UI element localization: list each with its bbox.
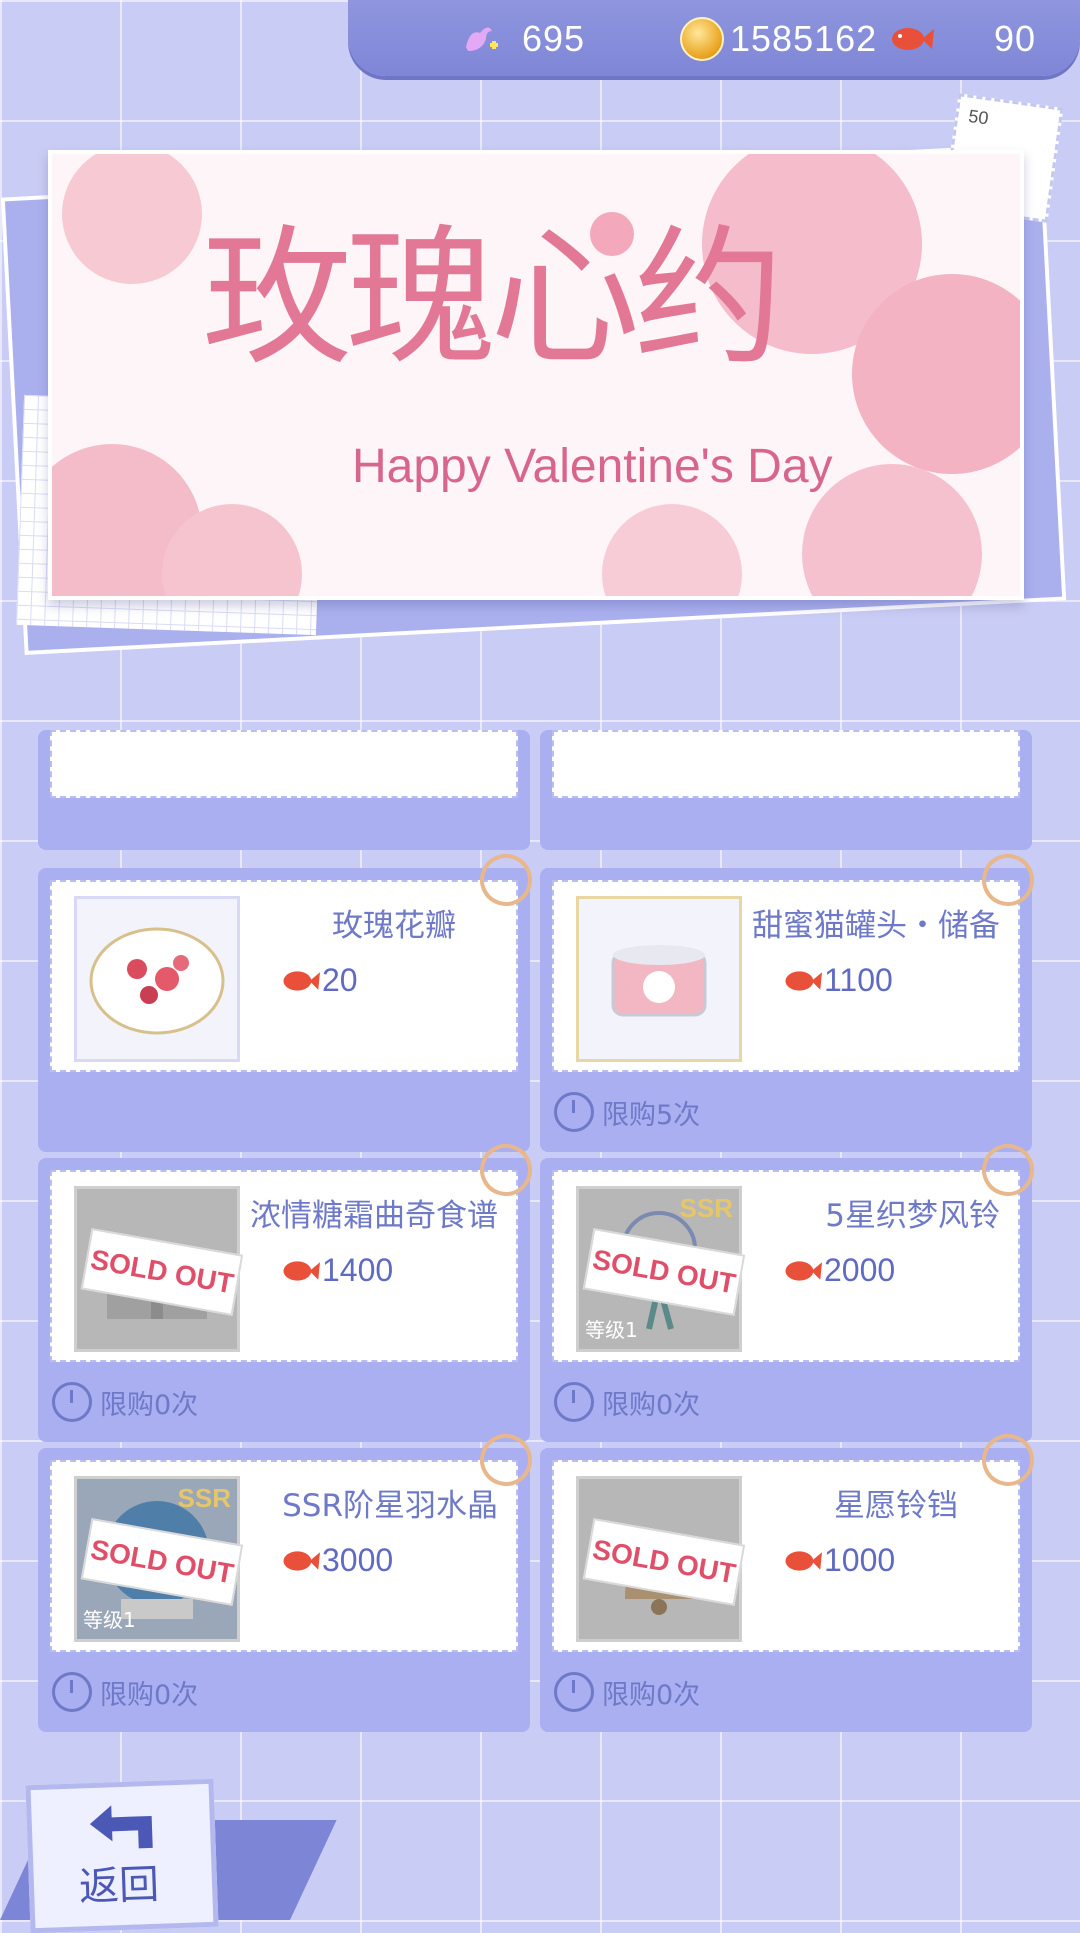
fish-currency-icon — [892, 28, 934, 50]
fish-currency-icon — [785, 1550, 822, 1571]
banner-subtitle: Happy Valentine's Day — [352, 440, 833, 493]
item-name: 浓情糖霜曲奇食谱 — [250, 1198, 498, 1234]
item-price: 1000 — [782, 1542, 895, 1579]
item-name: 甜蜜猫罐头・储备 — [752, 908, 1000, 944]
item-level: 等级1 — [585, 1318, 638, 1342]
purchase-limit: 限购0次 — [52, 1382, 198, 1422]
item-price: 3000 — [280, 1542, 393, 1579]
gold-coin-icon — [680, 17, 724, 61]
clock-icon — [554, 1382, 594, 1422]
purchase-limit: 限购0次 — [554, 1672, 700, 1712]
limit-text: 限购5次 — [602, 1099, 701, 1131]
diamond-value: 695 — [522, 18, 586, 59]
back-label: 返回 — [78, 1861, 160, 1911]
item-name: 星愿铃铛 — [834, 1488, 958, 1524]
clock-icon — [52, 1672, 92, 1712]
gold-value: 1585162 — [730, 18, 878, 59]
fish-currency-icon — [283, 1550, 320, 1571]
fish-value: 90 — [994, 18, 1037, 59]
item-image: SSR SOLD OUT 等级1 — [576, 1186, 746, 1352]
swan-gem-icon — [466, 27, 498, 51]
shop-item-wish-bell[interactable]: SOLD OUT 星愿铃铛 1000 限购0次 — [540, 1426, 1042, 1732]
item-price: 1400 — [280, 1252, 393, 1289]
price-value: 1000 — [824, 1542, 896, 1578]
shop-item-cookie-recipe[interactable]: SOLD OUT 浓情糖霜曲奇食谱 1400 限购0次 — [38, 1136, 540, 1442]
clock-icon — [554, 1672, 594, 1712]
ssr-badge: SSR — [679, 1193, 733, 1223]
item-name: SSR阶星羽水晶 — [282, 1488, 498, 1524]
item-level: 等级1 — [83, 1608, 136, 1632]
fish-currency-icon — [283, 970, 320, 991]
item-image: SOLD OUT — [74, 1186, 244, 1352]
fish-currency-icon — [785, 1260, 822, 1281]
item-image: SOLD OUT — [576, 1476, 746, 1642]
price-value: 3000 — [322, 1542, 394, 1578]
shop-item-partial-right[interactable] — [540, 730, 1032, 850]
item-price: 2000 — [782, 1252, 895, 1289]
limit-text: 限购0次 — [100, 1389, 199, 1421]
fish-currency-icon — [283, 1260, 320, 1281]
return-arrow-icon — [89, 1805, 153, 1849]
banner-title: 玫瑰心约 — [202, 212, 784, 386]
event-banner: 玫瑰心约 Happy Valentine's Day — [48, 150, 1024, 600]
item-image: SSR SOLD OUT 等级1 — [74, 1476, 244, 1642]
price-value: 2000 — [824, 1252, 896, 1288]
currency-bar: 695 1585162 90 — [348, 0, 1080, 76]
shop-item-cat-food[interactable]: 甜蜜猫罐头・储备 1100 限购5次 — [540, 846, 1042, 1152]
clock-icon — [52, 1382, 92, 1422]
purchase-limit: 限购0次 — [554, 1382, 700, 1422]
item-name: 玫瑰花瓣 — [332, 908, 456, 944]
back-button[interactable]: 返回 — [25, 1778, 219, 1933]
fish-currency-icon — [785, 970, 822, 991]
limit-text: 限购0次 — [602, 1679, 701, 1711]
purchase-limit: 限购5次 — [554, 1092, 700, 1132]
shop-item-rose-petals[interactable]: 玫瑰花瓣 20 — [38, 846, 540, 1152]
stamp-number: 50 — [967, 105, 990, 129]
ssr-badge: SSR — [177, 1483, 231, 1513]
rose-petal-plate-icon — [89, 927, 225, 1035]
shop-item-dream-chime[interactable]: SSR SOLD OUT 等级1 5星织梦风铃 2000 限购0次 — [540, 1136, 1042, 1442]
price-value: 1100 — [824, 962, 893, 998]
fish-counter[interactable]: 90 — [888, 14, 1036, 64]
price-value: 20 — [322, 962, 358, 998]
clock-icon — [554, 1092, 594, 1132]
price-value: 1400 — [322, 1252, 394, 1288]
limit-text: 限购0次 — [100, 1679, 199, 1711]
shop-item-star-crystal[interactable]: SSR SOLD OUT 等级1 SSR阶星羽水晶 3000 限购0次 — [38, 1426, 540, 1732]
diamond-counter[interactable]: 695 — [458, 14, 585, 64]
shop-item-partial-left[interactable] — [38, 730, 530, 850]
item-image — [74, 896, 240, 1062]
item-image — [576, 896, 742, 1062]
item-name: 5星织梦风铃 — [825, 1198, 1000, 1234]
item-price: 20 — [280, 962, 358, 999]
purchase-limit: 限购0次 — [52, 1672, 198, 1712]
item-price: 1100 — [782, 962, 893, 999]
gold-counter[interactable]: 1585162 — [680, 14, 877, 64]
cat-food-can-icon — [611, 945, 707, 1017]
limit-text: 限购0次 — [602, 1389, 701, 1421]
